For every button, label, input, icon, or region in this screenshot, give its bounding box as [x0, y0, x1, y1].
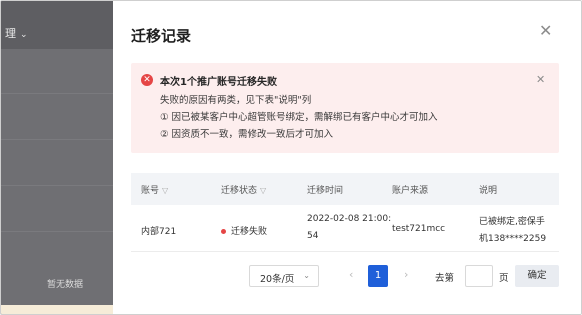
cell-time-line2: 54: [307, 231, 319, 241]
alert-title: 本次1个推广账号迁移失败: [160, 77, 277, 88]
migration-record-dialog: 迁移记录 ✕ ✕ 本次1个推广账号迁移失败 ✕ 失败的原因有两类，见下表"说明"…: [113, 1, 581, 314]
filter-icon[interactable]: ▽: [162, 186, 168, 195]
confirm-button[interactable]: 确定: [515, 265, 559, 287]
column-header-time: 迁移时间: [307, 186, 344, 196]
error-alert: ✕ 本次1个推广账号迁移失败 ✕ 失败的原因有两类，见下表"说明"列 ① 因已被…: [131, 63, 559, 153]
status-dot-icon: [221, 229, 226, 234]
column-header-label: 账号: [141, 186, 160, 196]
cell-note-line1: 已被绑定,密保手: [479, 217, 545, 227]
cell-time-line1: 2022-02-08 21:00:: [307, 214, 392, 224]
background-divider: [1, 139, 113, 140]
column-header-label: 迁移状态: [221, 186, 258, 196]
background-divider: [1, 185, 113, 186]
error-icon: ✕: [141, 74, 153, 86]
table-header: 账号 ▽ 迁移状态 ▽ 迁移时间 账户来源 说明: [131, 173, 559, 205]
dialog-title: 迁移记录: [131, 27, 192, 45]
background-divider: [1, 93, 113, 94]
alert-line: ① 因已被某客户中心超管账号绑定，需解绑已有客户中心才可加入: [160, 112, 438, 123]
column-header-account: 账号 ▽: [141, 183, 168, 196]
cell-note-line2: 机138****2259: [479, 234, 547, 244]
filter-icon[interactable]: ▽: [260, 186, 266, 195]
goto-label: 去第: [435, 273, 455, 284]
page-number-current[interactable]: 1: [368, 265, 388, 287]
background-menu-label: 理: [5, 27, 16, 40]
background-empty-text: 暂无数据: [47, 280, 84, 290]
alert-line: ② 因资质不一致，需修改一致后才可加入: [160, 129, 334, 140]
status-label: 迁移失败: [231, 227, 268, 237]
background-menu: 理 ⌄: [5, 25, 28, 41]
chevron-down-icon: ⌄: [303, 271, 310, 280]
chevron-down-icon: ⌄: [20, 30, 28, 40]
next-page-icon[interactable]: ›: [404, 268, 408, 281]
column-header-note: 说明: [479, 186, 498, 196]
column-header-status: 迁移状态 ▽: [221, 183, 266, 196]
screen: 理 ⌄ 暂无数据 迁移记录 ✕ ✕ 本次1个推广账号迁移失败 ✕ 失败的原因有两类…: [0, 0, 582, 315]
page-size-value: 20条/页: [260, 274, 295, 285]
alert-close-icon[interactable]: ✕: [536, 73, 545, 86]
cell-status: 迁移失败: [221, 224, 267, 237]
alert-line: 失败的原因有两类，见下表"说明"列: [160, 95, 312, 106]
cell-source: test721mcc: [392, 224, 446, 234]
goto-page-input[interactable]: [465, 265, 493, 287]
page-size-select[interactable]: 20条/页 ⌄: [249, 265, 319, 287]
goto-unit: 页: [499, 273, 509, 284]
background-divider: [1, 231, 113, 232]
close-icon[interactable]: ✕: [539, 21, 552, 40]
prev-page-icon[interactable]: ‹: [349, 268, 353, 281]
cell-account: 内部721: [141, 227, 177, 237]
row-divider: [131, 251, 559, 252]
column-header-source: 账户来源: [392, 186, 429, 196]
background-page: 理 ⌄ 暂无数据: [1, 1, 113, 314]
